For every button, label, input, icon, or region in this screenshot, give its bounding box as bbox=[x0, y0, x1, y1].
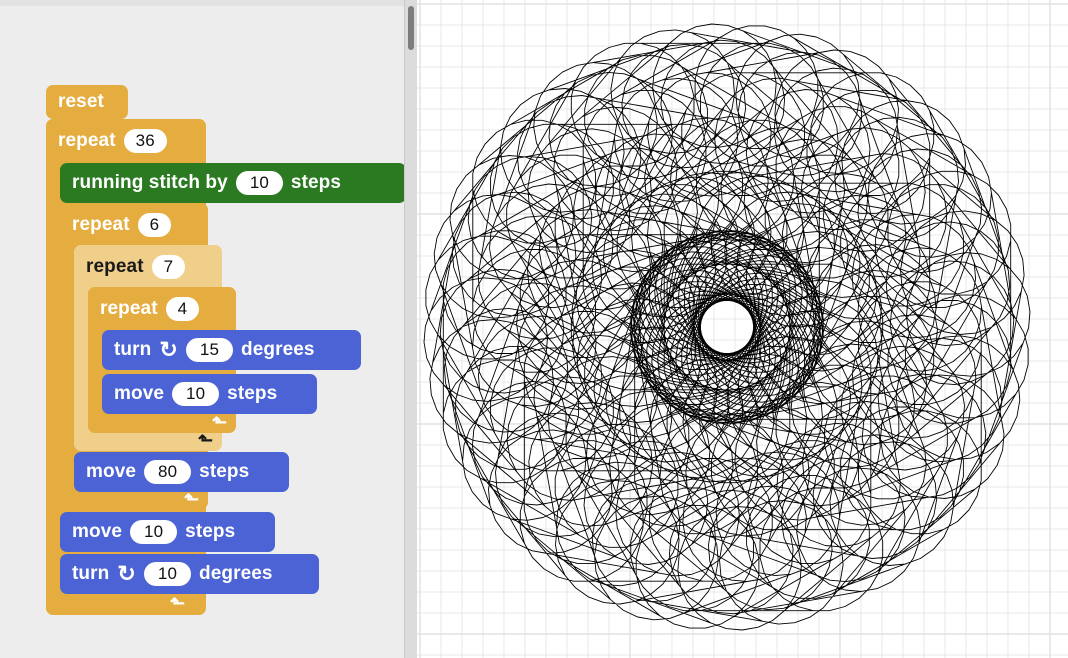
turn-10-block[interactable]: turn ↻ 10 degrees bbox=[60, 554, 319, 594]
repeat-label: repeat bbox=[72, 214, 130, 235]
repeat-6-header[interactable]: repeat 6 bbox=[60, 205, 208, 245]
move-steps-input[interactable]: 80 bbox=[144, 460, 192, 484]
move-label: move bbox=[86, 461, 137, 482]
repeat-count-input[interactable]: 6 bbox=[137, 213, 172, 237]
repeat-7-header[interactable]: repeat 7 bbox=[74, 247, 222, 287]
turn-label: turn bbox=[114, 339, 152, 360]
loop-arrow-icon: ⬑ bbox=[184, 489, 200, 509]
repeat-36-header[interactable]: repeat 36 bbox=[46, 121, 206, 161]
repeat-count-input[interactable]: 4 bbox=[165, 297, 200, 321]
steps-label: steps bbox=[290, 172, 342, 193]
move-steps-input[interactable]: 10 bbox=[172, 382, 220, 406]
degrees-label: degrees bbox=[241, 339, 315, 360]
turn-degrees-input[interactable]: 15 bbox=[185, 338, 233, 362]
repeat-4-header[interactable]: repeat 4 bbox=[88, 289, 236, 329]
reset-block[interactable]: reset bbox=[46, 85, 128, 119]
scripting-area-scrollbar[interactable] bbox=[404, 0, 417, 658]
stitch-path bbox=[423, 23, 1031, 631]
scripting-area[interactable]: reset repeat 36 running stitch by 10 ste… bbox=[0, 0, 404, 658]
turn-label: turn bbox=[72, 563, 110, 584]
repeat-count-input[interactable]: 7 bbox=[151, 255, 186, 279]
stitch-pattern bbox=[423, 23, 1031, 631]
move-80-block[interactable]: move 80 steps bbox=[74, 452, 289, 492]
scripting-area-top-edge bbox=[0, 0, 404, 6]
stage[interactable] bbox=[417, 0, 1068, 658]
running-stitch-block[interactable]: running stitch by 10 steps bbox=[60, 163, 404, 203]
move-10-inner-block[interactable]: move 10 steps bbox=[102, 374, 317, 414]
turn-degrees-input[interactable]: 10 bbox=[143, 562, 191, 586]
scrollbar-thumb[interactable] bbox=[408, 6, 414, 50]
loop-arrow-icon: ⬑ bbox=[198, 430, 214, 450]
rotate-clockwise-icon: ↻ bbox=[159, 337, 178, 362]
stage-canvas bbox=[417, 0, 1068, 658]
move-10-outer-block[interactable]: move 10 steps bbox=[60, 512, 275, 552]
stitch-length-input[interactable]: 10 bbox=[235, 171, 283, 195]
running-stitch-label: running stitch by bbox=[72, 172, 228, 193]
degrees-label: degrees bbox=[199, 563, 273, 584]
loop-arrow-icon: ⬑ bbox=[212, 412, 228, 432]
steps-label: steps bbox=[227, 383, 278, 404]
rotate-clockwise-icon: ↻ bbox=[117, 561, 136, 586]
repeat-label: repeat bbox=[58, 130, 116, 151]
steps-label: steps bbox=[185, 521, 236, 542]
steps-label: steps bbox=[199, 461, 250, 482]
move-label: move bbox=[114, 383, 165, 404]
turn-15-block[interactable]: turn ↻ 15 degrees bbox=[102, 330, 361, 370]
move-steps-input[interactable]: 10 bbox=[130, 520, 178, 544]
stage-grid bbox=[417, 0, 1068, 658]
loop-arrow-icon: ⬑ bbox=[170, 593, 186, 613]
move-label: move bbox=[72, 521, 123, 542]
repeat-label: repeat bbox=[86, 256, 144, 277]
repeat-count-input[interactable]: 36 bbox=[123, 129, 167, 153]
repeat-label: repeat bbox=[100, 298, 158, 319]
reset-label: reset bbox=[58, 91, 104, 112]
